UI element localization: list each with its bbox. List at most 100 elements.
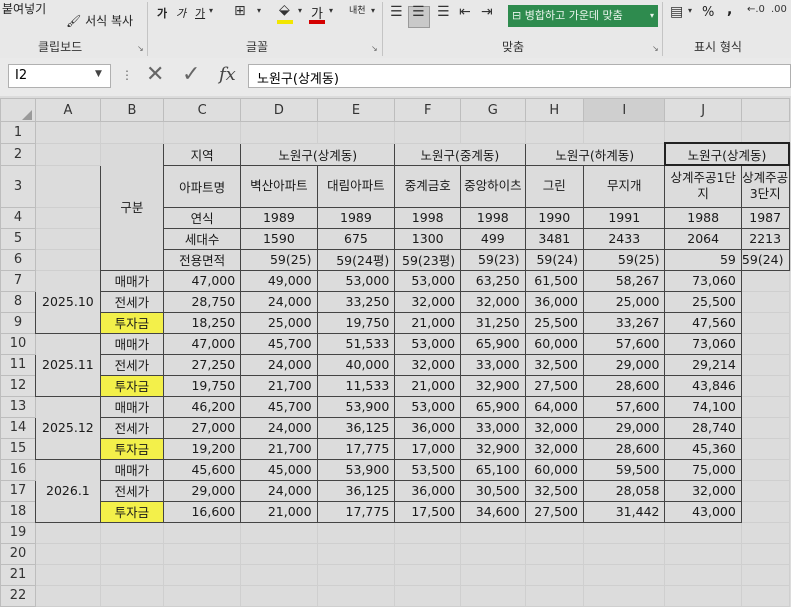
chevron-down-icon[interactable]: ▾ (257, 6, 261, 15)
cell-value[interactable]: 31,442 (583, 500, 666, 523)
cell-value[interactable]: 45,600 (162, 458, 242, 481)
cell-region[interactable]: 노원구(하계동) (524, 142, 666, 166)
align-right-icon[interactable]: ☰ (437, 4, 450, 20)
cell-row-label[interactable]: 전세가 (99, 290, 165, 313)
row-header[interactable]: 7 (0, 269, 36, 292)
cell-value[interactable]: 31,250 (460, 311, 526, 334)
cell-value[interactable]: 21,700 (240, 374, 318, 397)
cell-year[interactable]: 1991 (583, 206, 666, 229)
cell-apt[interactable]: 중앙하이츠 (460, 164, 526, 208)
cell-households[interactable]: 1300 (394, 227, 462, 250)
row-header[interactable]: 12 (0, 374, 36, 397)
cell-value[interactable]: 24,000 (240, 416, 318, 439)
cell-households[interactable]: 3481 (524, 227, 585, 250)
cell-value[interactable]: 21,000 (240, 500, 318, 523)
cell-value[interactable]: 33,267 (583, 311, 666, 334)
bold-button[interactable]: 가 (157, 5, 167, 21)
cell-year[interactable]: 1989 (240, 206, 318, 229)
increase-decimal-icon[interactable]: ←.0 (747, 4, 765, 15)
cell-year[interactable]: 1988 (664, 206, 742, 229)
cell-value[interactable]: 53,000 (394, 332, 462, 355)
cell-row-label[interactable]: 매매가 (99, 458, 165, 481)
cell-value[interactable]: 47,560 (664, 311, 742, 334)
font-launcher-icon[interactable]: ↘ (371, 44, 378, 53)
cell-value[interactable]: 75,000 (664, 458, 742, 481)
cell-value[interactable]: 53,000 (394, 395, 462, 418)
cell-value[interactable]: 27,000 (162, 416, 242, 439)
cell-value[interactable]: 25,000 (240, 311, 318, 334)
cell-value[interactable]: 24,000 (240, 353, 318, 376)
cell-value[interactable]: 17,000 (394, 437, 462, 460)
insert-function-button[interactable]: fx (219, 64, 236, 85)
cell-value[interactable]: 45,360 (664, 437, 742, 460)
cell-value[interactable]: 29,000 (162, 479, 242, 502)
decrease-decimal-icon[interactable]: .00 (771, 4, 787, 15)
row-header[interactable]: 13 (0, 395, 36, 418)
cell-apt[interactable]: 벽산아파트 (240, 164, 318, 208)
cell-value[interactable]: 27,250 (162, 353, 242, 376)
cell-value[interactable]: 32,900 (460, 374, 526, 397)
cell-value[interactable]: 28,058 (583, 479, 666, 502)
italic-button[interactable]: 가 (176, 5, 186, 21)
cell-region-label[interactable]: 지역 (162, 142, 242, 166)
row-header[interactable]: 10 (0, 332, 36, 355)
cell-value[interactable]: 28,600 (583, 437, 666, 460)
cell-value[interactable]: 17,775 (316, 500, 396, 523)
row-header[interactable]: 2 (0, 142, 36, 166)
cell-value[interactable]: 45,700 (240, 332, 318, 355)
cell-row-label-investment[interactable]: 투자금 (99, 311, 165, 334)
cell-period[interactable]: 2025.11 (34, 332, 101, 397)
cell-value[interactable]: 25,000 (583, 290, 666, 313)
cell-row-label[interactable]: 매매가 (99, 332, 165, 355)
cell-region[interactable]: 노원구(중계동) (394, 142, 526, 166)
cell-year[interactable]: 1990 (524, 206, 585, 229)
cell-area[interactable]: 59 (664, 248, 742, 271)
cell-apt[interactable]: 대림아파트 (316, 164, 396, 208)
cell-area-label[interactable]: 전용면적 (162, 248, 242, 271)
cell-value[interactable]: 36,000 (524, 290, 585, 313)
cell-value[interactable]: 17,500 (394, 500, 462, 523)
row-header[interactable]: 4 (0, 206, 36, 229)
underline-button[interactable]: 가 (195, 5, 205, 21)
cell-value[interactable]: 28,600 (583, 374, 666, 397)
alignment-launcher-icon[interactable]: ↘ (652, 44, 659, 53)
cell-value[interactable]: 65,100 (460, 458, 526, 481)
clipboard-launcher-icon[interactable]: ↘ (137, 44, 144, 53)
cell-value[interactable]: 43,846 (664, 374, 742, 397)
cell-value[interactable]: 32,500 (524, 479, 585, 502)
cell-value[interactable]: 58,267 (583, 269, 666, 292)
cell-period[interactable]: 2025.12 (34, 395, 101, 460)
cell-value[interactable]: 32,000 (460, 290, 526, 313)
cell-value[interactable]: 32,900 (460, 437, 526, 460)
row-header[interactable]: 1 (0, 121, 36, 144)
cell-value[interactable]: 21,000 (394, 311, 462, 334)
row-header[interactable]: 17 (0, 479, 36, 502)
cell-region[interactable]: 노원구(상계동) (240, 142, 396, 166)
cell-value[interactable]: 32,000 (524, 437, 585, 460)
cell-area[interactable]: 59(24) (740, 248, 790, 271)
cell-value[interactable]: 28,750 (162, 290, 242, 313)
cell-row-label[interactable]: 전세가 (99, 416, 165, 439)
chevron-down-icon[interactable]: ▾ (650, 5, 654, 27)
cell-value[interactable]: 53,900 (316, 458, 396, 481)
cancel-icon[interactable]: ✕ (146, 62, 164, 87)
cell-area[interactable]: 59(23) (460, 248, 526, 271)
cell-value[interactable]: 59,500 (583, 458, 666, 481)
cell-value[interactable]: 53,000 (316, 269, 396, 292)
cell-value[interactable]: 33,250 (316, 290, 396, 313)
border-icon[interactable]: ⊞ (234, 3, 246, 19)
cell-year[interactable]: 1987 (740, 206, 790, 229)
cell-value[interactable]: 32,000 (394, 353, 462, 376)
cell-value[interactable]: 74,100 (664, 395, 742, 418)
cell-value[interactable]: 21,000 (394, 374, 462, 397)
cell-value[interactable]: 45,000 (240, 458, 318, 481)
cell-area[interactable]: 59(24) (524, 248, 585, 271)
col-header[interactable]: D (240, 98, 318, 122)
row-header[interactable]: 6 (0, 248, 36, 271)
col-header[interactable]: I (583, 98, 666, 122)
col-header[interactable]: J (664, 98, 742, 122)
comma-button[interactable]: , (727, 2, 732, 18)
cell-value[interactable]: 36,125 (316, 416, 396, 439)
cell-row-label[interactable]: 전세가 (99, 479, 165, 502)
cell-period[interactable]: 2026.1 (34, 458, 101, 523)
